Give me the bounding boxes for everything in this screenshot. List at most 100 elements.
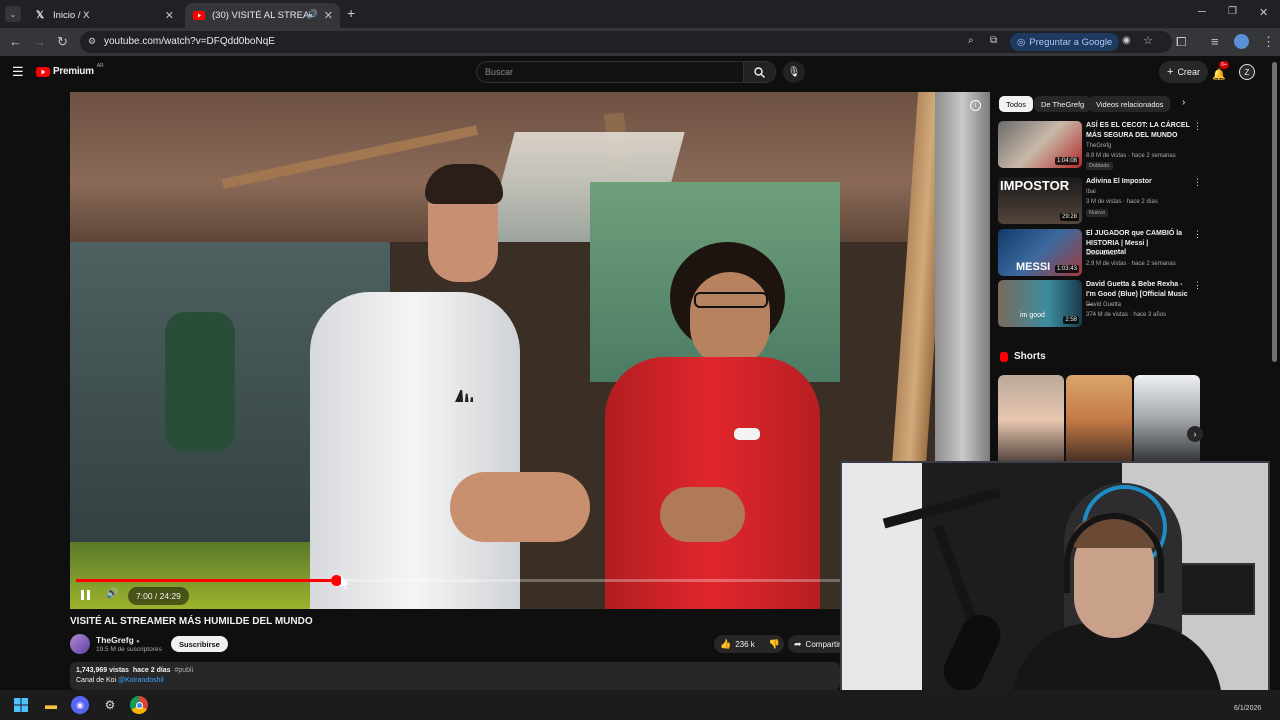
page-scrollbar[interactable] [1270,56,1280,690]
webcam-overlay: Z [840,461,1270,706]
plus-icon: + [1167,66,1174,78]
bell-icon: 🔔 [1212,69,1226,81]
scrollbar-thumb[interactable] [1272,62,1277,362]
ask-google-label: Preguntar a Google [1029,36,1113,48]
chip-de-thegrefg[interactable]: De TheGrefg [1034,96,1092,112]
windows-taskbar: ▬ ◉ ⚙ 6/1/2026 [0,690,1280,720]
chrome-icon[interactable] [130,696,148,714]
zoom-icon[interactable]: ⌕ [968,35,974,46]
tab-x[interactable]: 𝕏 Inicio / X ✕ [26,3,181,28]
short-thumbnail[interactable] [1134,375,1200,465]
monitor [1177,563,1255,615]
browser-toolbar: ← → ↻ ⚙ youtube.com/watch?v=DFQdd0boNqE … [0,28,1280,56]
tab-youtube[interactable]: (30) VISITÉ AL STREAMER M 🔊 ✕ [185,3,340,28]
description-channel-link[interactable]: @Koirandoshil [118,677,164,684]
forward-arrow-icon[interactable]: → [33,34,46,49]
description-meta: 1,743,969 vistas hace 2 días #publi [76,667,193,674]
address-bar[interactable]: ⚙ youtube.com/watch?v=DFQdd0boNqE ⌕ ⧉ ◎ … [80,31,1172,53]
media-control-icon[interactable]: ≡ [1211,34,1219,49]
short-thumbnail[interactable] [998,375,1064,465]
windows-start-icon[interactable] [12,696,30,714]
notifications-button[interactable]: 🔔 9+ [1212,61,1229,83]
recommendation-item[interactable]: im good 2:58 David Guetta & Bebe Rexha -… [998,280,1202,328]
description-line: Canal de Koi @Koirandoshil [76,677,164,684]
install-app-icon[interactable]: ⧉ [990,35,997,46]
chip-todos[interactable]: Todos [999,96,1034,112]
volume-button[interactable]: 🔊 [106,588,118,599]
info-icon[interactable]: i [970,100,981,111]
search-input[interactable]: Buscar [476,61,744,83]
browser-tab-bar: ⌄ 𝕏 Inicio / X ✕ (30) VISITÉ AL STREAMER… [0,0,1280,28]
recommendation-title: ASÍ ES EL CECOT: LA CÁRCEL MÁS SEGURA DE… [1086,122,1190,139]
wall-panel [842,463,922,704]
recommendation-item[interactable]: 1:04:08 ASÍ ES EL CECOT: LA CÁRCEL MÁS S… [998,121,1202,170]
recommendation-badge: Nuevo [1086,209,1108,217]
minimize-icon[interactable]: ─ [1198,6,1206,18]
share-label: Compartir [805,639,841,649]
chevron-right-icon[interactable]: › [1182,97,1185,108]
recommendation-meta: 8.8 M de vistas · hace 2 semanas [1086,153,1176,159]
lens-icon: ◎ [1017,36,1026,48]
pause-button[interactable] [81,590,93,602]
pause-icon [81,590,84,600]
person-red-shirt-body [605,357,820,609]
ask-google-button[interactable]: ◎ Preguntar a Google [1010,33,1120,51]
person-white-shirt-hands [450,472,590,542]
more-options-icon[interactable]: ⋮ [1193,177,1202,188]
recommendation-channel: Ibai [1086,189,1096,195]
more-options-icon[interactable]: ⋮ [1193,280,1202,291]
recommendation-title: Adivina El Impostor [1086,178,1152,185]
speaker-icon[interactable]: 🔊 [307,9,318,20]
create-button[interactable]: + Crear [1159,61,1208,83]
hamburger-menu-icon[interactable]: ☰ [12,64,24,80]
bookmark-star-icon[interactable]: ☆ [1143,34,1153,47]
incognito-eye-icon[interactable]: ◉ [1122,35,1131,46]
share-button[interactable]: ➦ Compartir [788,635,848,653]
bear-logo [734,428,760,440]
browser-menu-icon[interactable]: ⋮ [1262,34,1275,50]
recommendation-badge: Doblado [1086,162,1113,170]
hashtag-link[interactable]: #publi [174,667,193,674]
channel-name[interactable]: TheGrefg ● [96,635,140,645]
search-button[interactable] [744,61,776,83]
reload-icon[interactable]: ↻ [57,34,68,50]
url-text[interactable]: youtube.com/watch?v=DFQdd0boNqE [104,36,275,47]
taskbar-date[interactable]: 6/1/2026 [1234,705,1261,712]
more-options-icon[interactable]: ⋮ [1193,229,1202,240]
settings-gear-icon[interactable]: ⚙ [101,696,119,714]
subscribe-button[interactable]: Suscribirse [171,636,228,652]
file-explorer-icon[interactable]: ▬ [42,696,60,714]
tab-search-button[interactable]: ⌄ [5,6,21,22]
channel-avatar[interactable] [70,634,90,654]
recommendation-channel: TheGrefg [1086,143,1112,149]
description-box[interactable]: 1,743,969 vistas hace 2 días #publi Cana… [70,662,840,690]
dislike-icon[interactable]: 👎 [769,639,780,650]
short-thumbnail[interactable] [1066,375,1132,465]
video-thumbnail: 1:04:08 [998,121,1082,168]
tab-label: Inicio / X [53,10,90,21]
shorts-next-button[interactable]: › [1187,426,1203,442]
close-tab-icon[interactable]: ✕ [324,9,333,22]
pause-icon-bar [87,590,90,600]
like-button[interactable]: 👍 236 k 👎 [714,635,784,653]
recommendation-item[interactable]: MESSI 1:03:43 El JUGADOR que CAMBIÓ la H… [998,229,1202,277]
youtube-logo[interactable]: Premium AR [36,63,104,77]
back-arrow-icon[interactable]: ← [9,34,22,49]
close-tab-icon[interactable]: ✕ [165,9,174,22]
voice-search-button[interactable]: 🎙 [783,61,805,83]
verified-icon: ● [136,639,140,645]
restore-icon[interactable]: ❐ [1228,6,1237,17]
discord-icon[interactable]: ◉ [71,696,89,714]
profile-avatar[interactable] [1234,34,1249,49]
close-window-icon[interactable]: ✕ [1259,6,1268,19]
chip-videos-relacionados[interactable]: Videos relacionados [1089,96,1171,112]
subscriber-count: 19.5 M de suscriptores [96,646,162,653]
recommendation-item[interactable]: IMPOSTOR 29:28 Adivina El Impostor Ibai … [998,177,1202,225]
more-options-icon[interactable]: ⋮ [1193,121,1202,132]
new-tab-button[interactable]: + [347,5,355,21]
account-avatar[interactable]: Z [1239,64,1255,80]
extensions-icon[interactable]: ⧠ [1176,34,1186,50]
site-info-icon[interactable]: ⚙ [88,36,96,47]
x-logo-icon: 𝕏 [35,10,45,21]
thumbnail-text: MESSI [1016,261,1051,273]
